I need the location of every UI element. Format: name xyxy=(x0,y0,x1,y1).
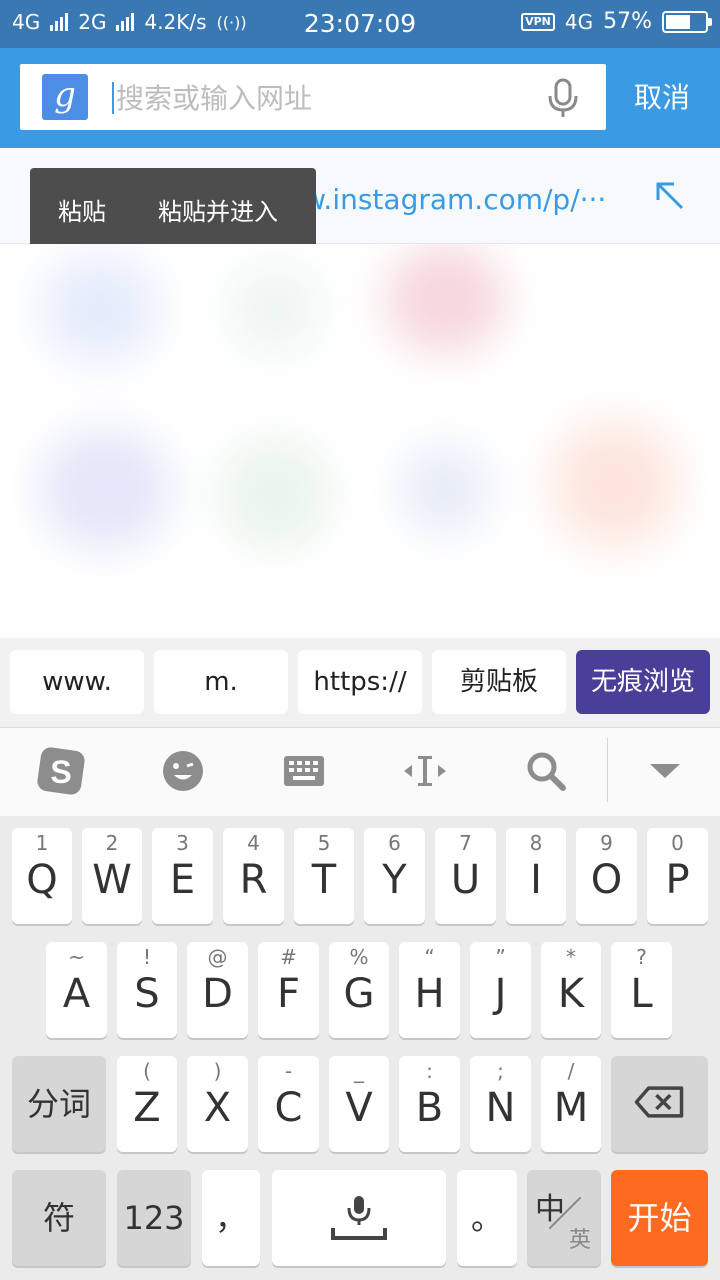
key-v[interactable]: _ V xyxy=(329,1056,389,1152)
english-label: 英 xyxy=(569,1228,592,1253)
emoji-icon[interactable] xyxy=(158,746,208,796)
key-y[interactable]: 6Y xyxy=(364,828,425,924)
paste-button[interactable]: 粘贴 xyxy=(58,192,106,227)
cursor-move-icon[interactable] xyxy=(400,746,450,796)
collapse-keyboard-icon[interactable] xyxy=(640,746,690,796)
period-key[interactable]: 。 xyxy=(457,1170,517,1266)
key-m[interactable]: / M xyxy=(541,1056,601,1152)
key-k[interactable]: * K xyxy=(541,942,601,1038)
keyboard-icon[interactable] xyxy=(279,746,329,796)
url-quickbar: www. m. https:// 剪贴板 无痕浏览 xyxy=(0,638,720,728)
key-c[interactable]: -C xyxy=(258,1056,319,1152)
key-n[interactable]: ; N xyxy=(470,1056,531,1152)
key-q[interactable]: 1Q xyxy=(12,828,72,924)
comma-key[interactable]: ， xyxy=(202,1170,260,1266)
key-p[interactable]: 0P xyxy=(647,828,708,924)
key-d[interactable]: @ D xyxy=(187,942,248,1038)
battery-percent: 57% xyxy=(603,9,652,34)
network-type-3: 4G xyxy=(564,9,594,34)
key-h[interactable]: “H xyxy=(399,942,460,1038)
language-switch-key[interactable]: 中 英 xyxy=(527,1170,601,1266)
shortcut-placeholder xyxy=(550,419,680,549)
key-x[interactable]: ) X xyxy=(187,1056,248,1152)
private-browsing-button[interactable]: 无痕浏览 xyxy=(576,650,710,714)
key-r[interactable]: 4R xyxy=(223,828,284,924)
key-g[interactable]: % G xyxy=(329,942,389,1038)
key-f[interactable]: # F xyxy=(258,942,319,1038)
key-u[interactable]: 7U xyxy=(435,828,496,924)
backspace-icon xyxy=(634,1086,684,1118)
chinese-label: 中 xyxy=(535,1192,565,1227)
cancel-button[interactable]: 取消 xyxy=(620,78,704,118)
toolbar-divider xyxy=(607,738,608,802)
key-t[interactable]: 5T xyxy=(294,828,354,924)
blurred-shortcuts-area xyxy=(0,244,720,638)
key-z[interactable]: (Z xyxy=(117,1056,177,1152)
key-a[interactable]: ~ A xyxy=(46,942,107,1038)
vpn-badge: VPN xyxy=(521,12,555,31)
shortcut-placeholder xyxy=(400,444,490,534)
quick-m-button[interactable]: m. xyxy=(154,650,288,714)
status-bar: 4G 2G 4.2K/s ((·)) 23:07:09 VPN 4G 57% xyxy=(0,0,720,48)
quick-www-button[interactable]: www. xyxy=(10,650,144,714)
key-l[interactable]: ? L xyxy=(611,942,672,1038)
battery-icon xyxy=(662,10,712,33)
keyboard: 1Q 2W 3E 4R 5T 6Y 7U 8I 9O 0P ~ A ! S @ D #… xyxy=(0,816,720,1280)
svg-text:S: S xyxy=(50,754,71,790)
symbol-key[interactable]: 符 xyxy=(12,1170,106,1266)
key-j[interactable]: ” J xyxy=(470,942,531,1038)
key-o[interactable]: 9O xyxy=(576,828,637,924)
segment-key[interactable]: 分词 xyxy=(12,1056,106,1152)
quick-https-button[interactable]: https:// xyxy=(298,650,422,714)
shortcut-placeholder xyxy=(220,439,330,549)
ime-toolbar: S xyxy=(0,728,720,816)
text-cursor xyxy=(112,82,114,114)
voice-input-icon xyxy=(331,1196,387,1240)
key-b[interactable]: :B xyxy=(399,1056,460,1152)
key-i[interactable]: 8I xyxy=(506,828,566,924)
clipboard-button[interactable]: 剪贴板 xyxy=(432,650,566,714)
space-key[interactable] xyxy=(272,1170,446,1266)
shortcut-placeholder xyxy=(385,244,505,354)
shortcut-placeholder xyxy=(230,264,320,354)
key-s[interactable]: ! S xyxy=(117,942,177,1038)
start-key[interactable]: 开始 xyxy=(611,1170,708,1266)
backspace-key[interactable] xyxy=(611,1056,708,1152)
key-e[interactable]: 3E xyxy=(152,828,213,924)
search-box[interactable]: g xyxy=(20,64,606,130)
search-engine-logo[interactable]: g xyxy=(42,74,88,120)
shortcut-placeholder xyxy=(40,429,170,549)
voice-search-icon[interactable] xyxy=(546,78,580,118)
paste-popup: 粘贴 粘贴并进入 xyxy=(30,168,316,250)
search-header: g 取消 xyxy=(0,48,720,148)
sogou-logo-icon[interactable]: S xyxy=(36,746,86,796)
search-icon[interactable] xyxy=(521,746,571,796)
search-input[interactable] xyxy=(116,76,536,120)
key-w[interactable]: 2W xyxy=(82,828,142,924)
paste-and-go-button[interactable]: 粘贴并进入 xyxy=(158,192,278,227)
shortcut-placeholder xyxy=(40,254,160,364)
number-key[interactable]: 123 xyxy=(117,1170,191,1266)
fill-url-arrow-icon[interactable] xyxy=(650,176,690,216)
